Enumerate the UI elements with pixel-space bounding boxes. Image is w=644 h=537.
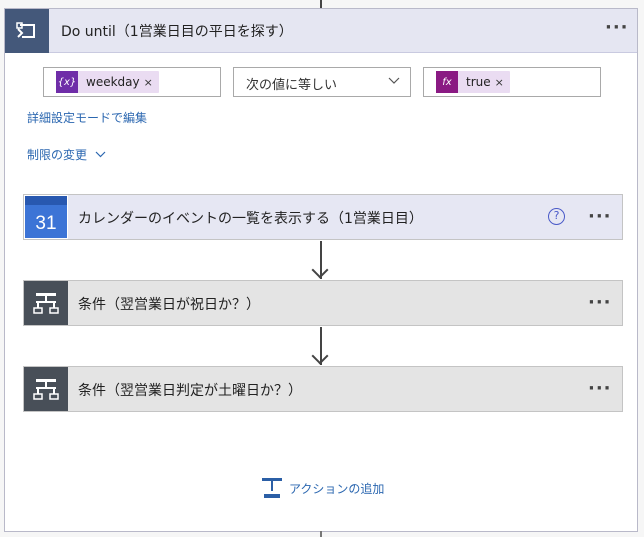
add-action-label: アクションの追加 xyxy=(289,481,385,496)
expression-icon: fx xyxy=(436,71,458,93)
connector-arrow-icon xyxy=(311,261,329,279)
operator-value: 次の値に等しい xyxy=(246,78,338,93)
remove-token-icon[interactable]: × xyxy=(495,76,510,89)
more-options-icon[interactable]: ··· xyxy=(588,294,612,312)
condition-left-field[interactable]: {x} weekday × xyxy=(43,67,221,97)
action-title: 条件（翌営業日判定が土曜日か？） xyxy=(78,383,302,399)
operator-select[interactable]: 次の値に等しい xyxy=(233,67,411,97)
condition-icon xyxy=(24,367,68,411)
help-icon[interactable]: ? xyxy=(548,208,565,225)
change-limits-label: 制限の変更 xyxy=(27,148,88,162)
calendar-icon-number: 31 xyxy=(35,213,56,234)
more-options-icon[interactable]: ··· xyxy=(588,380,612,398)
google-calendar-icon: 31 xyxy=(24,195,68,239)
calendar-action-card[interactable]: 31 カレンダーのイベントの一覧を表示する（1営業日目） ? ··· xyxy=(23,194,623,240)
condition-action-card[interactable]: 条件（翌営業日判定が土曜日か？） ··· xyxy=(23,366,623,412)
loop-icon xyxy=(5,9,49,53)
chevron-down-icon xyxy=(95,151,106,158)
connector-arrow-icon xyxy=(311,347,329,365)
action-title: 条件（翌営業日が祝日か？） xyxy=(78,297,260,313)
condition-right-field[interactable]: fx true × xyxy=(423,67,601,97)
action-title: カレンダーのイベントの一覧を表示する（1営業日目） xyxy=(78,211,423,227)
weekday-token-label: weekday xyxy=(86,75,140,89)
advanced-mode-link[interactable]: 詳細設定モードで編集 xyxy=(27,109,147,126)
do-until-header[interactable]: Do until（1営業日目の平日を探す） ··· xyxy=(5,9,637,53)
do-until-title: Do until（1営業日目の平日を探す） xyxy=(61,24,293,40)
add-action-icon xyxy=(262,478,282,498)
remove-token-icon[interactable]: × xyxy=(144,76,159,89)
do-until-card: Do until（1営業日目の平日を探す） ··· {x} weekday × … xyxy=(4,8,638,532)
variable-icon: {x} xyxy=(56,71,78,93)
weekday-token[interactable]: {x} weekday × xyxy=(56,71,159,93)
change-limits-link[interactable]: 制限の変更 xyxy=(27,146,106,163)
condition-icon xyxy=(24,281,68,325)
flow-canvas: Do until（1営業日目の平日を探す） ··· {x} weekday × … xyxy=(0,0,644,537)
more-options-icon[interactable]: ··· xyxy=(605,19,629,37)
chevron-down-icon xyxy=(388,77,400,84)
top-connector-line xyxy=(320,0,322,8)
more-options-icon[interactable]: ··· xyxy=(588,208,612,226)
true-token[interactable]: fx true × xyxy=(436,71,510,93)
condition-action-card[interactable]: 条件（翌営業日が祝日か？） ··· xyxy=(23,280,623,326)
true-token-label: true xyxy=(466,75,491,89)
add-action-button[interactable]: アクションの追加 xyxy=(261,477,384,499)
bottom-connector-line xyxy=(320,531,322,537)
